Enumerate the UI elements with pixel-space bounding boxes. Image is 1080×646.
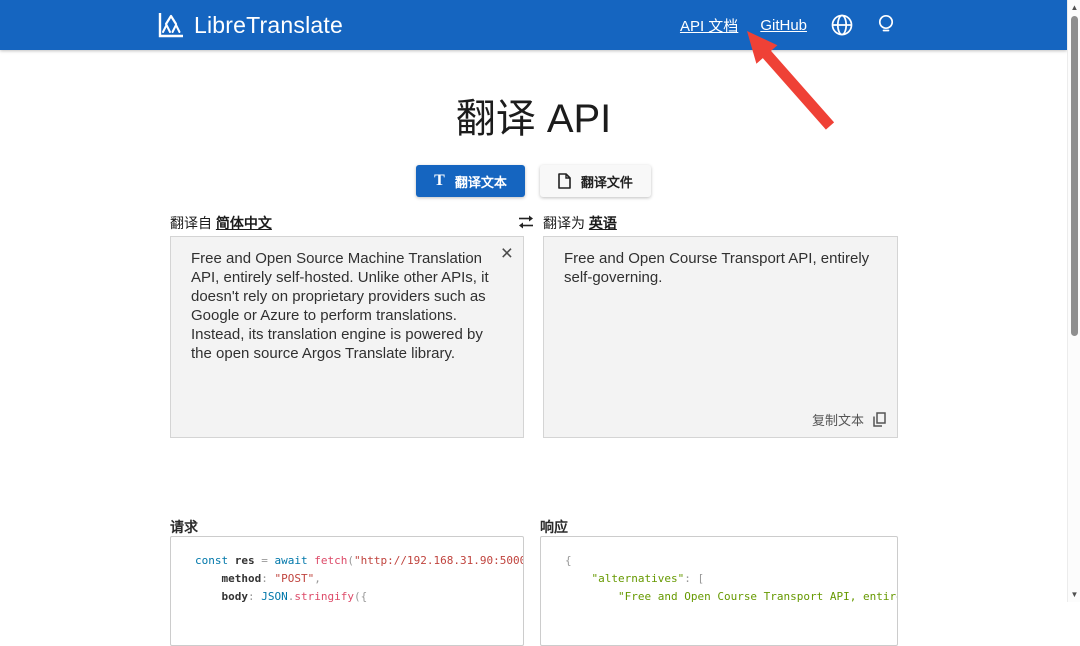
response-section-label: 响应 <box>540 517 568 537</box>
code-line: "Free and Open Course Transport API, ent… <box>565 588 897 606</box>
page-title: 翻译 API <box>0 86 1067 144</box>
code-line: body: JSON.stringify({ <box>195 588 523 606</box>
to-label: 翻译为 <box>543 215 585 231</box>
clear-source-icon[interactable]: × <box>501 243 513 264</box>
navbar-links: API 文档 GitHub <box>680 0 895 50</box>
translated-text: Free and Open Course Transport API, enti… <box>564 249 881 287</box>
code-line: method: "POST", <box>195 570 523 588</box>
request-code-block[interactable]: const res = await fetch("http://192.168.… <box>170 536 524 646</box>
brand-name: LibreTranslate <box>194 12 343 39</box>
dark-mode-lightbulb-icon[interactable] <box>877 12 895 38</box>
navbar: LibreTranslate API 文档 GitHub <box>0 0 1067 50</box>
translate-text-button[interactable]: T 翻译文本 <box>416 165 525 197</box>
request-section-label: 请求 <box>170 517 198 537</box>
to-language-value[interactable]: 英语 <box>589 215 617 231</box>
response-code-block[interactable]: { "alternatives": [ "Free and Open Cours… <box>540 536 898 646</box>
text-mode-icon: T <box>434 172 445 190</box>
scrollbar-up-arrow[interactable]: ▲ <box>1068 1 1080 14</box>
translate-file-label: 翻译文件 <box>581 172 633 191</box>
translate-text-label: 翻译文本 <box>455 172 507 191</box>
target-language-selector[interactable]: 翻译为 英语 <box>543 213 617 233</box>
brand[interactable]: LibreTranslate <box>155 10 343 40</box>
scrollbar-down-arrow[interactable]: ▼ <box>1068 588 1080 601</box>
language-globe-icon[interactable] <box>829 12 855 38</box>
code-line: { <box>565 552 897 570</box>
scrollbar-thumb[interactable] <box>1071 16 1078 336</box>
swap-languages-button[interactable] <box>514 211 538 233</box>
file-icon <box>558 173 571 189</box>
code-line: "alternatives": [ <box>565 570 897 588</box>
source-text-area[interactable]: Free and Open Source Machine Translation… <box>170 236 524 438</box>
from-language-value[interactable]: 简体中文 <box>216 215 272 231</box>
from-label: 翻译自 <box>170 215 212 231</box>
mode-buttons: T 翻译文本 翻译文件 <box>0 165 1067 197</box>
source-text[interactable]: Free and Open Source Machine Translation… <box>191 249 489 363</box>
libretranslate-logo-icon <box>155 10 185 40</box>
target-text-area: Free and Open Course Transport API, enti… <box>543 236 898 438</box>
nav-link-api-docs[interactable]: API 文档 <box>680 15 738 36</box>
translate-panel: 翻译自 简体中文 翻译为 英语 Free and Open Source Mac… <box>170 213 898 602</box>
copy-text-label: 复制文本 <box>812 410 864 429</box>
code-line: const res = await fetch("http://192.168.… <box>195 552 523 570</box>
nav-link-github[interactable]: GitHub <box>760 17 807 34</box>
source-language-selector[interactable]: 翻译自 简体中文 <box>170 213 272 233</box>
copy-text-button[interactable]: 复制文本 <box>812 410 887 429</box>
copy-icon <box>871 411 887 428</box>
page-scrollbar[interactable]: ▲ ▼ <box>1067 0 1080 602</box>
translate-file-button[interactable]: 翻译文件 <box>540 165 651 197</box>
